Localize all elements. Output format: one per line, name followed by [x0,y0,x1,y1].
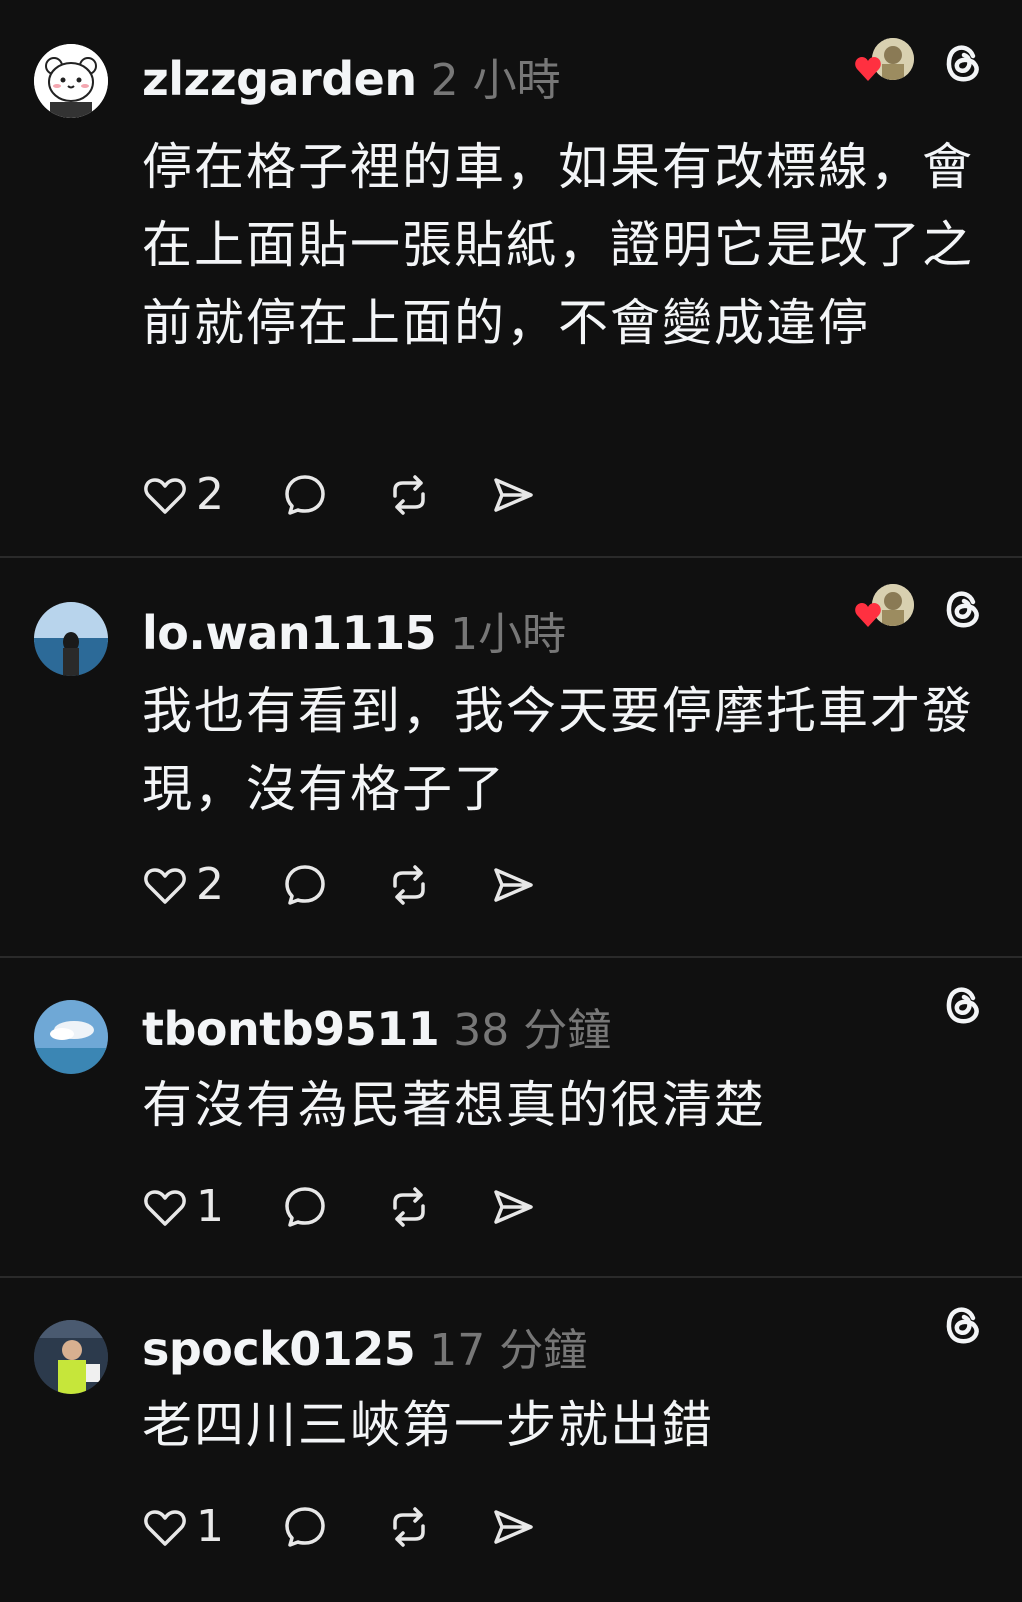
threads-logo-icon[interactable] [940,40,986,86]
paper-plane-icon [494,1510,533,1544]
comment-post: lo.wan1115 1小時 我也有看到，我今天要停摩托車才發現，沒有格子了 2 [0,558,1022,956]
action-bar: 2 [142,472,594,518]
comment-button[interactable] [282,862,328,908]
heart-outline-icon [144,1190,186,1226]
timestamp: 38 分鐘 [453,1005,612,1056]
comment-button[interactable] [282,1504,328,1550]
person-avatar-image [34,1320,108,1394]
comment-header: zlzzgarden 2 小時 [142,44,561,108]
comment-text: 停在格子裡的車，如果有改標線，會在上面貼一張貼紙，證明它是改了之前就停在上面的，… [142,138,974,352]
comment-header: lo.wan1115 1小時 [142,598,566,662]
action-bar: 1 [142,1504,594,1550]
action-bar: 2 [142,862,594,908]
repost-arrows-icon [393,1187,425,1227]
avatar[interactable] [34,1000,108,1074]
like-count: 2 [196,859,224,910]
speech-bubble-icon [285,475,325,515]
bear-avatar-image [34,44,108,118]
paper-plane-icon [494,868,533,902]
author-liked-indicator [854,584,918,630]
repost-button[interactable] [386,862,432,908]
like-button[interactable]: 1 [142,1184,224,1230]
share-button[interactable] [490,862,536,908]
paper-plane-icon [494,478,533,512]
timestamp: 1小時 [450,609,567,660]
comment-button[interactable] [282,1184,328,1230]
repost-arrows-icon [393,1507,425,1547]
heart-outline-icon [144,868,186,904]
avatar[interactable] [34,1320,108,1394]
comment-post: spock0125 17 分鐘 老四川三峽第一步就出錯 1 [0,1278,1022,1602]
like-button[interactable]: 2 [142,472,224,518]
red-heart-icon [855,603,881,627]
like-button[interactable]: 1 [142,1504,224,1550]
timestamp: 17 分鐘 [429,1325,588,1376]
comment-header: spock0125 17 分鐘 [142,1314,587,1378]
timestamp: 2 小時 [430,55,561,106]
action-bar: 1 [142,1184,594,1230]
avatar[interactable] [34,44,108,118]
comment-text: 有沒有為民著想真的很清楚 [142,1076,766,1134]
threads-logo-icon[interactable] [940,586,986,632]
heart-outline-icon [144,478,186,514]
red-heart-icon [855,57,881,81]
share-button[interactable] [490,1184,536,1230]
avatar[interactable] [34,602,108,676]
threads-logo-icon[interactable] [940,982,986,1028]
share-button[interactable] [490,1504,536,1550]
share-button[interactable] [490,472,536,518]
username[interactable]: lo.wan1115 [142,606,437,660]
repost-button[interactable] [386,1504,432,1550]
threads-logo-icon[interactable] [940,1302,986,1348]
comment-header: tbontb9511 38 分鐘 [142,994,611,1058]
like-count: 1 [196,1181,224,1232]
like-count: 2 [196,469,224,520]
username[interactable]: tbontb9511 [142,1002,440,1056]
author-liked-indicator [854,38,918,84]
speech-bubble-icon [285,865,325,905]
speech-bubble-icon [285,1187,325,1227]
speech-bubble-icon [285,1507,325,1547]
username[interactable]: zlzzgarden [142,52,417,106]
comment-post: tbontb9511 38 分鐘 有沒有為民著想真的很清楚 1 [0,958,1022,1276]
like-count: 1 [196,1501,224,1552]
comment-button[interactable] [282,472,328,518]
seaside-avatar-image [34,602,108,676]
comment-post: zlzzgarden 2 小時 停在格子裡的車，如果有改標線，會在上面貼一張貼紙… [0,0,1022,556]
paper-plane-icon [494,1190,533,1224]
comment-text: 老四川三峽第一步就出錯 [142,1396,714,1454]
sky-avatar-image [34,1000,108,1074]
comment-feed: zlzzgarden 2 小時 停在格子裡的車，如果有改標線，會在上面貼一張貼紙… [0,0,1022,1602]
repost-button[interactable] [386,472,432,518]
repost-arrows-icon [393,475,425,515]
like-button[interactable]: 2 [142,862,224,908]
comment-text: 我也有看到，我今天要停摩托車才發現，沒有格子了 [142,682,974,818]
repost-button[interactable] [386,1184,432,1230]
repost-arrows-icon [393,865,425,905]
username[interactable]: spock0125 [142,1322,416,1376]
heart-outline-icon [144,1510,186,1546]
